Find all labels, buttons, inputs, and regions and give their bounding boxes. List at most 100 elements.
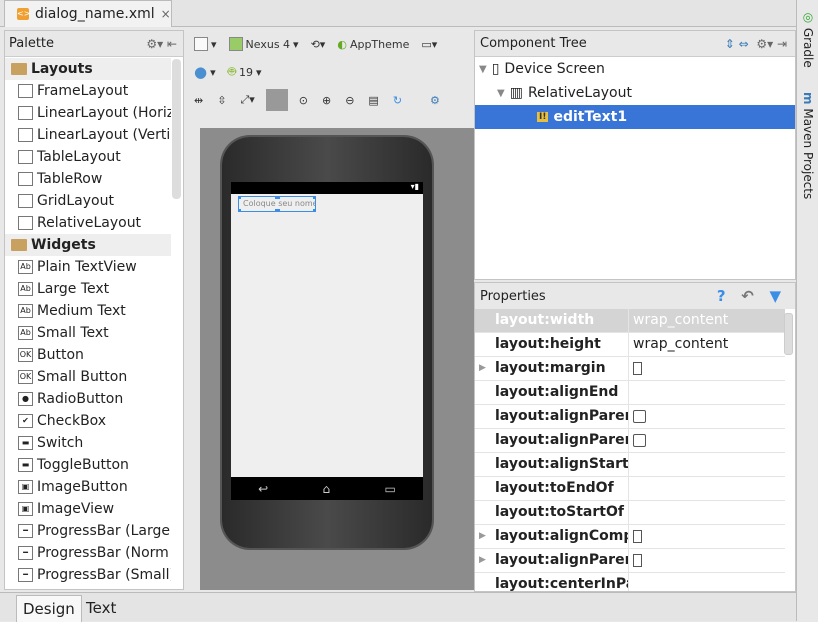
property-row[interactable]: layout:centerInPar [475, 573, 785, 591]
properties-scrollbar[interactable] [784, 313, 793, 355]
checkbox[interactable] [633, 409, 646, 423]
property-row[interactable]: ▶ layout:alignCompo [475, 525, 785, 549]
property-row[interactable]: ▶ layout:alignParent [475, 549, 785, 573]
tree-node-edittext1[interactable]: I! editText1 [475, 105, 795, 129]
palette-item[interactable]: Ab Small Text [5, 322, 171, 344]
tree-actions-icon[interactable]: ⇕ ⇔ ⚙▾ ⇥ [725, 37, 787, 51]
undo-icon[interactable]: ↶ [741, 287, 754, 305]
document-icon[interactable]: ▤ [365, 91, 381, 109]
property-row[interactable]: layout:toEndOf [475, 477, 785, 501]
expand-arrow-icon[interactable]: ▶ [479, 549, 486, 572]
palette-item[interactable]: GridLayout [5, 190, 171, 212]
palette-item[interactable]: OK Button [5, 344, 171, 366]
property-value[interactable] [629, 357, 785, 380]
property-row[interactable]: layout:alignParent [475, 405, 785, 429]
edit-value-icon[interactable] [633, 553, 642, 567]
gradle-tool-button[interactable]: ◎ Gradle [801, 10, 815, 68]
zoom-out-icon[interactable]: ⊖ [342, 91, 357, 109]
palette-item[interactable]: ▣ ImageView [5, 498, 171, 520]
property-value[interactable] [629, 525, 785, 548]
palette-item-label: Button [37, 347, 84, 363]
property-key: layout:centerInPar [475, 573, 629, 591]
zoom-fit-icon[interactable] [265, 89, 288, 111]
xml-file-icon: <> [17, 8, 31, 20]
palette-item[interactable]: OK Small Button [5, 366, 171, 388]
widget-icon: ✔ [18, 414, 33, 428]
filter-icon[interactable]: ▼ [769, 287, 781, 305]
property-value[interactable]: wrap_content [629, 309, 785, 332]
back-icon: ↩ [258, 481, 269, 496]
property-value[interactable] [629, 573, 785, 591]
palette-item[interactable]: LinearLayout (Vertic [5, 124, 171, 146]
property-value[interactable] [629, 405, 785, 428]
palette-item-label: LinearLayout (Vertic [37, 127, 171, 143]
palette-item[interactable]: Ab Large Text [5, 278, 171, 300]
tree-node-relativelayout[interactable]: ▼ ▥ RelativeLayout [475, 81, 795, 105]
palette-item[interactable]: ● RadioButton [5, 388, 171, 410]
refresh-icon[interactable]: ↻ [390, 91, 405, 109]
palette-item[interactable]: ▣ ImageButton [5, 476, 171, 498]
palette-item[interactable]: ▬ ToggleButton [5, 454, 171, 476]
property-row[interactable]: layout:alignStart [475, 453, 785, 477]
property-value[interactable] [629, 549, 785, 572]
help-icon[interactable]: ? [717, 287, 726, 305]
expand-arrow-icon[interactable]: ▶ [479, 357, 486, 380]
device-select[interactable]: Nexus 4 ▾ [226, 35, 302, 53]
property-row[interactable]: layout:width wrap_content [475, 309, 785, 333]
property-key: ▶ layout:margin [475, 357, 629, 380]
palette-item[interactable]: ━ ProgressBar (Large [5, 520, 171, 542]
palette-item[interactable]: TableLayout [5, 146, 171, 168]
device-config-button[interactable]: ▾ [191, 35, 220, 53]
palette-item[interactable]: ━ ProgressBar (Norm [5, 542, 171, 564]
palette-item[interactable]: TableRow [5, 168, 171, 190]
zoom-in-icon[interactable]: ⊕ [319, 91, 334, 109]
layout-content[interactable] [231, 194, 423, 477]
theme-select[interactable]: ◐ AppTheme [334, 35, 412, 53]
fit-height-icon[interactable]: ⇳ [214, 91, 229, 109]
palette-item[interactable]: FrameLayout [5, 80, 171, 102]
expand-arrow-icon[interactable]: ▶ [479, 525, 486, 548]
property-value[interactable] [629, 477, 785, 500]
palette-category[interactable]: Layouts [5, 58, 171, 80]
property-row[interactable]: layout:toStartOf [475, 501, 785, 525]
orientation-button[interactable]: ⟲▾ [308, 35, 329, 53]
tab-dialog-name-xml[interactable]: <> dialog_name.xml × [4, 0, 172, 27]
fit-width-icon[interactable]: ⇹ [191, 91, 206, 109]
property-value[interactable] [629, 429, 785, 452]
property-value[interactable] [629, 381, 785, 404]
zoom-actual-icon[interactable]: ⊙ [296, 91, 311, 109]
maven-tool-button[interactable]: m Maven Projects [801, 92, 815, 199]
palette-list: Layouts FrameLayout LinearLayout (Horiz Lin… [5, 58, 171, 586]
palette-item[interactable]: ▬ Switch [5, 432, 171, 454]
api-level-select[interactable]: 🤖︎ 19 ▾ [225, 63, 265, 81]
property-value[interactable]: wrap_content [629, 333, 785, 356]
palette-item[interactable]: Ab Medium Text [5, 300, 171, 322]
palette-item[interactable]: ✔ CheckBox [5, 410, 171, 432]
edittext-preview[interactable]: Coloque seu nome [238, 196, 316, 212]
locale-globe-icon[interactable]: ● ▾ [191, 63, 219, 81]
tree-node-device-screen[interactable]: ▼ ▯ Device Screen [475, 57, 795, 81]
close-tab-icon[interactable]: × [161, 7, 171, 21]
palette-item[interactable]: LinearLayout (Horiz [5, 102, 171, 124]
palette-category[interactable]: Widgets [5, 234, 171, 256]
palette-item[interactable]: RelativeLayout [5, 212, 171, 234]
activity-button[interactable]: ▭▾ [418, 35, 440, 53]
palette-scrollbar[interactable] [172, 59, 181, 199]
edit-value-icon[interactable] [633, 361, 642, 375]
edit-value-icon[interactable] [633, 529, 642, 543]
checkbox[interactable] [633, 433, 646, 447]
tab-text[interactable]: Text [80, 595, 122, 622]
property-value[interactable] [629, 453, 785, 476]
gear-icon[interactable]: ⚙▾ ⇤ [146, 37, 177, 51]
property-row[interactable]: ▶ layout:margin [475, 357, 785, 381]
resize-icon[interactable]: ⤢▾ [237, 91, 257, 109]
editor-tab-bar: <> dialog_name.xml × [0, 0, 796, 27]
settings-gear-icon[interactable]: ⚙ [427, 91, 443, 109]
property-row[interactable]: layout:alignParent [475, 429, 785, 453]
palette-item[interactable]: ━ ProgressBar (Small) [5, 564, 171, 586]
property-value[interactable] [629, 501, 785, 524]
tab-design[interactable]: Design [16, 595, 82, 622]
property-row[interactable]: layout:height wrap_content [475, 333, 785, 357]
palette-item[interactable]: Ab Plain TextView [5, 256, 171, 278]
property-row[interactable]: layout:alignEnd [475, 381, 785, 405]
